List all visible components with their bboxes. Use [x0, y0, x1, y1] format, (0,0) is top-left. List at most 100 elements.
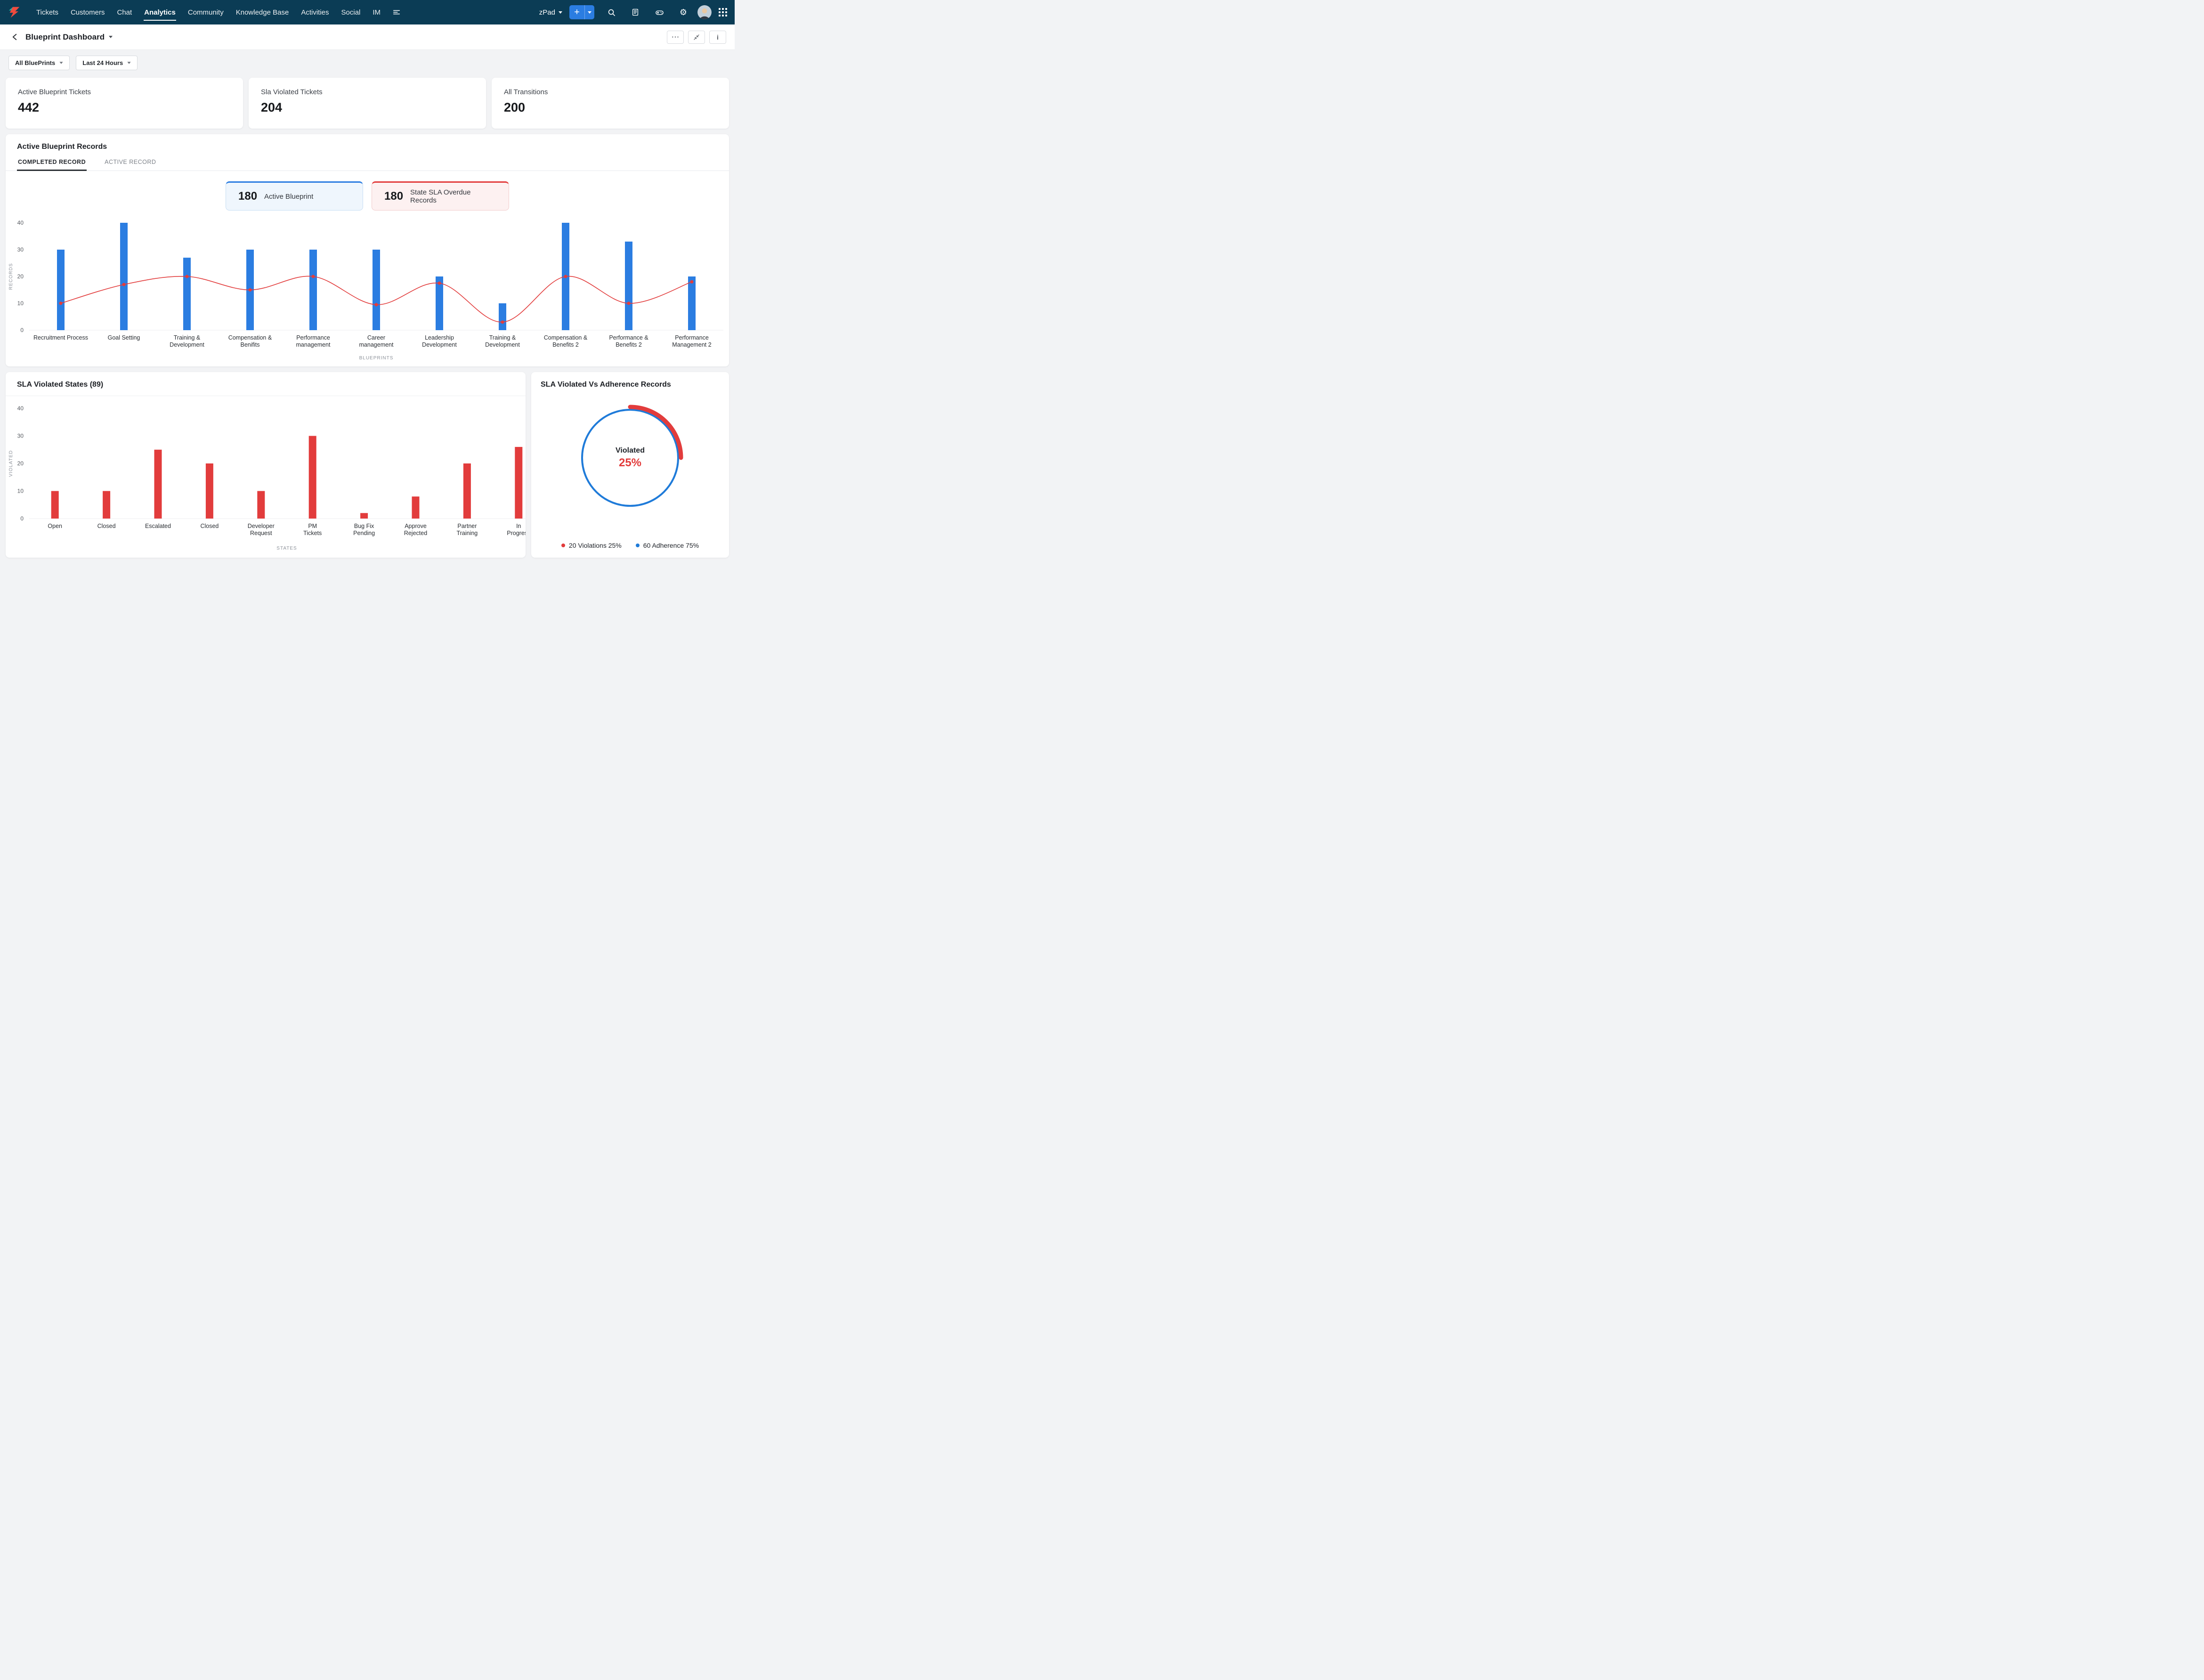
nav-item-activities[interactable]: Activities: [295, 0, 335, 24]
y-axis-title: VIOLATED: [8, 450, 14, 477]
time-range-filter-dropdown[interactable]: Last 24 Hours: [76, 55, 138, 70]
apps-grid-icon[interactable]: [719, 8, 727, 16]
bar[interactable]: [205, 463, 213, 519]
legend-item-adherence[interactable]: 60 Adherence 75%: [635, 542, 699, 549]
sla-states-chart[interactable]: 0 10 20 30 40 VIOLATED Open Closed Escalated Clos…: [6, 402, 526, 552]
bar[interactable]: [51, 491, 59, 519]
y-tick-label: 40: [17, 405, 24, 412]
x-category-label: Development: [485, 341, 520, 348]
donut-violated-arc[interactable]: [628, 405, 683, 460]
line-point[interactable]: [438, 281, 441, 285]
back-icon[interactable]: [8, 31, 21, 43]
kpi-label: All Transitions: [504, 88, 548, 96]
sla-card-header: SLA Violated States (89): [6, 381, 526, 396]
kpi-value: 200: [504, 100, 526, 114]
legend-dot-red: [561, 544, 565, 547]
bar[interactable]: [360, 513, 368, 519]
line-point[interactable]: [627, 301, 631, 305]
x-axis-title: STATES: [276, 546, 297, 551]
sla-overdue-count: 180: [384, 190, 404, 203]
bar[interactable]: [688, 276, 696, 330]
kpi-card-active-blueprint-tickets[interactable]: Active Blueprint Tickets 442: [6, 78, 243, 129]
collapse-button[interactable]: [688, 30, 705, 44]
dashboard-title-dropdown[interactable]: Blueprint Dashboard: [25, 32, 113, 42]
bottom-row: SLA Violated States (89) 0 10 20 30 40 VIOLAT…: [6, 372, 729, 558]
nav-item-tickets[interactable]: Tickets: [30, 0, 65, 24]
bar[interactable]: [257, 491, 265, 519]
info-button[interactable]: i: [709, 30, 726, 44]
kpi-card-all-transitions[interactable]: All Transitions 200: [492, 78, 729, 129]
records-combo-chart[interactable]: 0 10 20 30 40 RECORDS Recruitment Process Goal …: [6, 216, 729, 362]
kpi-label: Active Blueprint Tickets: [18, 88, 91, 96]
legend-item-violations[interactable]: 20 Violations 25%: [561, 542, 622, 549]
donut-adherence-ring[interactable]: [581, 409, 679, 507]
filter-bar: All BluePrints Last 24 Hours: [0, 50, 735, 75]
kpi-card-sla-violated-tickets[interactable]: Sla Violated Tickets 204: [249, 78, 486, 129]
user-avatar[interactable]: [697, 5, 712, 19]
games-icon[interactable]: [652, 5, 666, 19]
bar[interactable]: [515, 446, 523, 519]
x-category-label: Performance &: [609, 334, 648, 341]
settings-gear-icon[interactable]: ⚙: [676, 5, 690, 19]
avatar-image: [697, 5, 712, 19]
bar[interactable]: [103, 491, 111, 519]
legend-label: 60 Adherence 75%: [643, 542, 699, 549]
app-logo-icon[interactable]: [8, 5, 22, 19]
y-tick-label: 10: [17, 488, 24, 495]
donut-legend: 20 Violations 25% 60 Adherence 75%: [541, 542, 720, 551]
bar[interactable]: [308, 436, 316, 519]
nav-item-social[interactable]: Social: [335, 0, 367, 24]
nav-item-customers[interactable]: Customers: [65, 0, 111, 24]
line-point[interactable]: [501, 320, 504, 324]
reports-icon[interactable]: [628, 5, 642, 19]
tab-active-record[interactable]: ACTIVE RECORD: [104, 159, 157, 170]
bar[interactable]: [309, 250, 317, 330]
bar[interactable]: [373, 250, 380, 330]
line-point[interactable]: [59, 301, 63, 305]
kpi-label: Sla Violated Tickets: [261, 88, 323, 96]
bar[interactable]: [412, 496, 420, 519]
x-category-label: Performance: [296, 334, 330, 341]
search-icon[interactable]: [604, 5, 618, 19]
line-point[interactable]: [690, 280, 694, 284]
y-tick-label: 30: [17, 433, 24, 439]
bar[interactable]: [499, 303, 506, 330]
sla-donut-chart[interactable]: [574, 401, 687, 514]
nav-item-chat[interactable]: Chat: [111, 0, 138, 24]
x-category-label: Training: [457, 530, 478, 536]
nav-item-knowledge-base[interactable]: Knowledge Base: [230, 0, 295, 24]
nav-item-im[interactable]: IM: [366, 0, 387, 24]
line-point[interactable]: [374, 303, 378, 307]
tab-completed-record[interactable]: COMPLETED RECORD: [17, 159, 87, 171]
nav-item-community[interactable]: Community: [182, 0, 230, 24]
page-title: Blueprint Dashboard: [25, 32, 105, 41]
plus-icon: +: [574, 7, 580, 17]
add-dropdown-toggle[interactable]: [585, 11, 594, 14]
bar[interactable]: [57, 250, 65, 330]
line-point[interactable]: [122, 283, 126, 286]
bar[interactable]: [120, 223, 128, 330]
sla-chart-area: 0 10 20 30 40 VIOLATED Open Closed Escalated Clos…: [6, 402, 526, 555]
nav-item-analytics[interactable]: Analytics: [138, 0, 182, 24]
nav-more-icon[interactable]: [389, 5, 404, 19]
line-point[interactable]: [185, 275, 189, 278]
line-point[interactable]: [248, 288, 252, 292]
x-category-label: Career: [367, 334, 385, 341]
bar[interactable]: [463, 463, 471, 519]
add-button[interactable]: +: [569, 5, 594, 19]
x-category-label: Benefits 2: [552, 341, 579, 348]
workspace-selector[interactable]: zPad: [539, 8, 562, 16]
x-category-label: Escalated: [145, 523, 171, 529]
records-chart-area: 0 10 20 30 40 RECORDS Recruitment Process Goal …: [6, 216, 729, 365]
y-tick-label: 20: [17, 273, 24, 280]
more-options-button[interactable]: ⋯: [667, 30, 684, 44]
bar[interactable]: [154, 449, 162, 519]
legend-dot-blue: [635, 544, 640, 547]
blueprint-filter-dropdown[interactable]: All BluePrints: [8, 55, 70, 70]
bar[interactable]: [625, 241, 632, 330]
line-point[interactable]: [311, 275, 315, 278]
line-point[interactable]: [564, 275, 567, 278]
x-category-label: In: [516, 523, 521, 529]
bar[interactable]: [183, 258, 191, 330]
x-category-label: Benefits 2: [616, 341, 642, 348]
